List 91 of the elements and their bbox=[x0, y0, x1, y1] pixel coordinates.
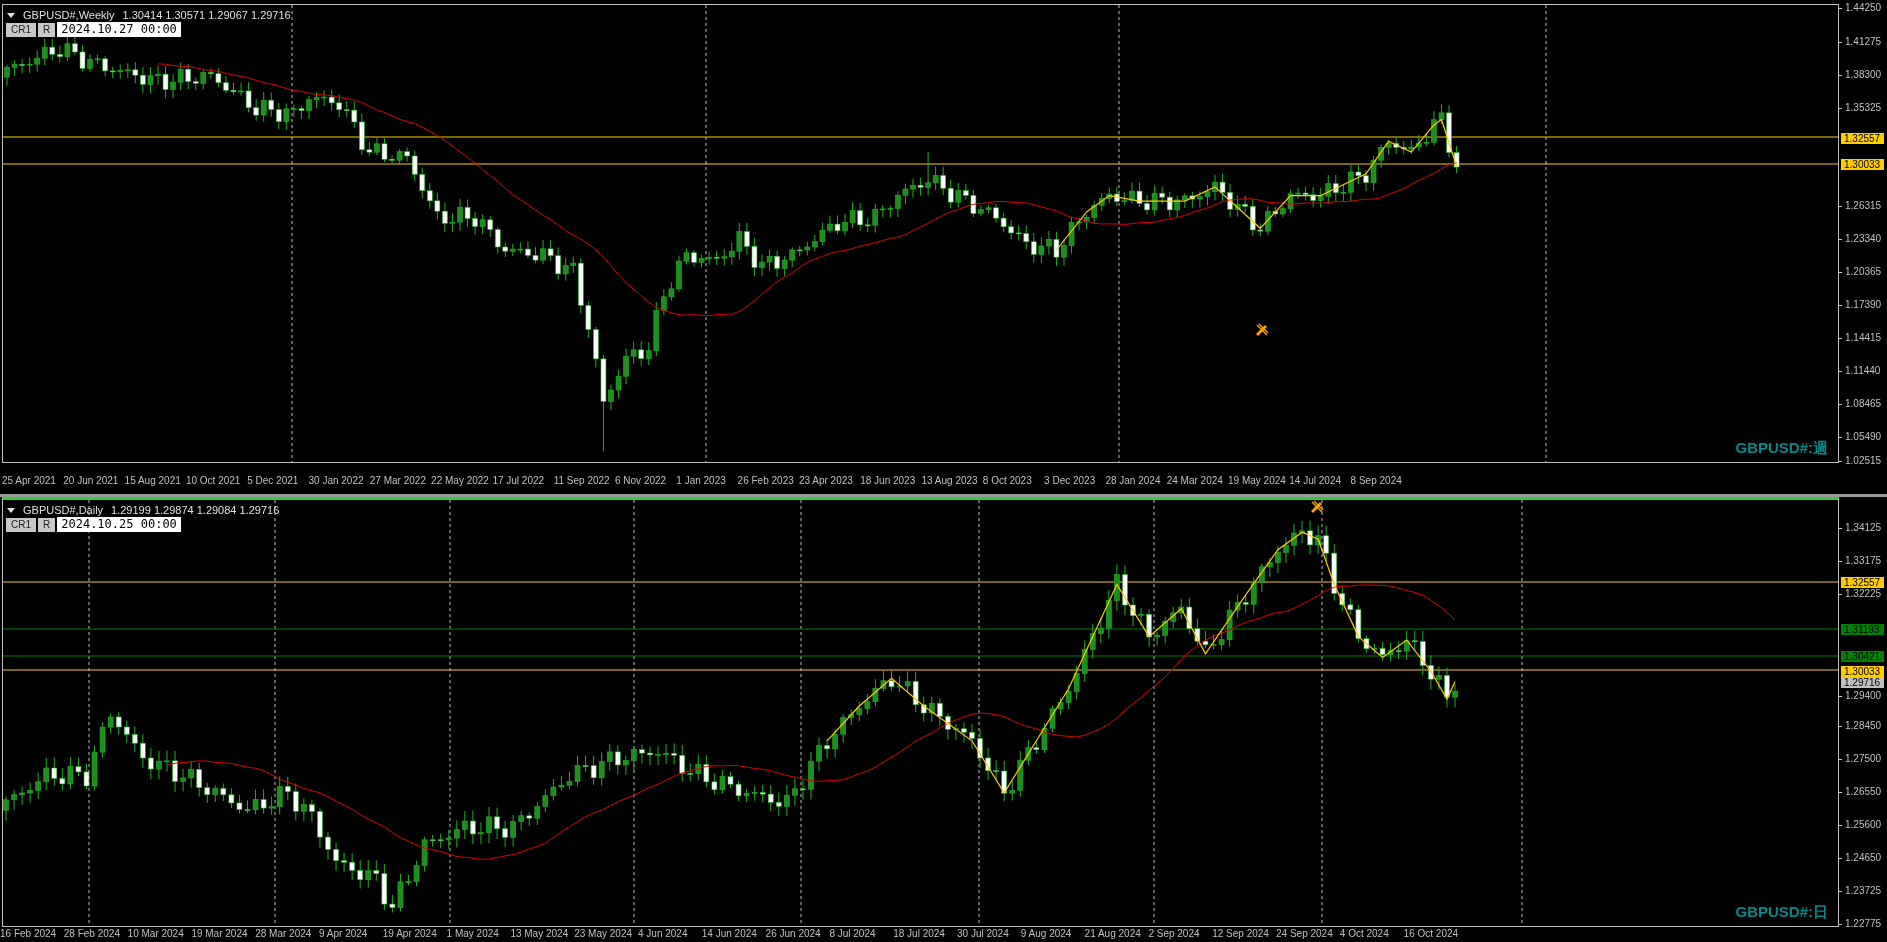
price-label: 1.35325 bbox=[1845, 102, 1882, 114]
symbol-watermark: GBPUSD#:日 bbox=[1735, 901, 1828, 922]
date-label: 18 Jun 2023 bbox=[860, 475, 916, 487]
date-label: 9 Aug 2024 bbox=[1020, 928, 1072, 940]
date-label: 28 Feb 2024 bbox=[63, 928, 120, 940]
price-tag: 1.29716 bbox=[1841, 677, 1884, 688]
date-label: 13 Aug 2023 bbox=[921, 475, 978, 487]
chart-title: GBPUSD#,Weekly bbox=[23, 8, 115, 23]
chart-button[interactable]: CR1 bbox=[6, 22, 36, 37]
date-label: 17 Jul 2022 bbox=[492, 475, 545, 487]
date-label: 19 Apr 2024 bbox=[382, 928, 437, 940]
date-label: 27 Mar 2022 bbox=[369, 475, 426, 487]
date-label: 21 Aug 2024 bbox=[1084, 928, 1141, 940]
price-label: 1.17390 bbox=[1845, 299, 1882, 311]
date-label: 26 Feb 2023 bbox=[737, 475, 794, 487]
chart-button[interactable]: CR1 bbox=[6, 517, 36, 532]
price-tag: 1.30033 bbox=[1841, 666, 1884, 677]
date-label: 1 May 2024 bbox=[446, 928, 499, 940]
date-label: 9 Apr 2024 bbox=[319, 928, 368, 940]
date-label: 19 May 2024 bbox=[1228, 475, 1286, 487]
ohlc-values: 1.30414 1.30571 1.29067 1.29716 bbox=[122, 8, 291, 23]
date-label: 15 Aug 2021 bbox=[124, 475, 181, 487]
price-label: 1.38300 bbox=[1845, 69, 1882, 81]
chart-button[interactable]: R bbox=[38, 517, 56, 532]
date-label: 20 Jun 2021 bbox=[63, 475, 119, 487]
date-label: 5 Dec 2021 bbox=[247, 475, 299, 487]
date-label: 16 Oct 2024 bbox=[1403, 928, 1459, 940]
price-label: 1.41275 bbox=[1845, 36, 1882, 48]
date-label: 12 Sep 2024 bbox=[1212, 928, 1269, 940]
date-time-field[interactable]: 2024.10.27 00:00 bbox=[57, 22, 181, 37]
price-label: 1.33175 bbox=[1845, 555, 1882, 567]
date-label: 24 Sep 2024 bbox=[1276, 928, 1333, 940]
price-tag: 1.30421 bbox=[1841, 651, 1884, 662]
date-label: 3 Dec 2023 bbox=[1044, 475, 1096, 487]
price-label: 1.26550 bbox=[1845, 786, 1882, 798]
date-label: 8 Jul 2024 bbox=[829, 928, 876, 940]
date-time-field[interactable]: 2024.10.25 00:00 bbox=[57, 517, 181, 532]
price-label: 1.05490 bbox=[1845, 431, 1882, 443]
date-label: 23 May 2024 bbox=[574, 928, 632, 940]
date-label: 28 Mar 2024 bbox=[255, 928, 312, 940]
price-label: 1.29400 bbox=[1845, 690, 1882, 702]
price-label: 1.34125 bbox=[1845, 522, 1882, 534]
date-label: 6 Nov 2022 bbox=[615, 475, 667, 487]
date-label: 1 Jan 2023 bbox=[676, 475, 726, 487]
date-label: 8 Oct 2023 bbox=[982, 475, 1032, 487]
price-label: 1.25600 bbox=[1845, 819, 1882, 831]
chart-button[interactable]: R bbox=[38, 22, 56, 37]
price-tag: 1.32557 bbox=[1841, 577, 1884, 588]
chart-panel[interactable]: GBPUSD#,Daily 1.29199 1.29874 1.29084 1.29716 CR1 R 2024.10.25 00:00 GBPUSD#:日 bbox=[2, 497, 1839, 927]
date-label: 11 Sep 2022 bbox=[553, 475, 610, 487]
date-label: 10 Oct 2021 bbox=[185, 475, 241, 487]
price-label: 1.14415 bbox=[1845, 332, 1882, 344]
date-label: 16 Feb 2024 bbox=[0, 928, 57, 940]
price-label: 1.44250 bbox=[1845, 2, 1882, 14]
date-label: 24 Mar 2024 bbox=[1166, 475, 1223, 487]
price-label: 1.20365 bbox=[1845, 266, 1882, 278]
price-label: 1.26315 bbox=[1845, 200, 1882, 212]
date-label: 14 Jul 2024 bbox=[1289, 475, 1341, 487]
chart-panel[interactable]: GBPUSD#,Weekly 1.30414 1.30571 1.29067 1.29716 CR1 R 2024.10.27 00:00 GBPUSD#:週 bbox=[2, 4, 1839, 463]
date-label: 2 Sep 2024 bbox=[1148, 928, 1200, 940]
price-label: 1.23725 bbox=[1845, 885, 1882, 897]
date-label: 22 May 2022 bbox=[431, 475, 489, 487]
price-label: 1.11440 bbox=[1845, 365, 1881, 377]
price-label: 1.22775 bbox=[1845, 918, 1882, 930]
price-label: 1.27500 bbox=[1845, 753, 1882, 765]
date-label: 4 Oct 2024 bbox=[1339, 928, 1389, 940]
price-label: 1.02515 bbox=[1845, 455, 1882, 467]
date-label: 13 May 2024 bbox=[510, 928, 569, 940]
price-label: 1.32225 bbox=[1845, 588, 1882, 600]
date-label: 30 Jul 2024 bbox=[957, 928, 1009, 940]
date-label: 4 Jun 2024 bbox=[638, 928, 688, 940]
date-label: 19 Mar 2024 bbox=[191, 928, 248, 940]
date-label: 18 Jul 2024 bbox=[893, 928, 945, 940]
price-tag: 1.30033 bbox=[1841, 159, 1884, 170]
price-label: 1.23340 bbox=[1845, 233, 1882, 245]
date-label: 26 Jun 2024 bbox=[765, 928, 821, 940]
price-tag: 1.31193 bbox=[1841, 624, 1884, 635]
date-label: 30 Jan 2022 bbox=[308, 475, 364, 487]
date-label: 28 Jan 2024 bbox=[1105, 475, 1161, 487]
date-label: 14 Jun 2024 bbox=[701, 928, 757, 940]
date-label: 8 Sep 2024 bbox=[1350, 475, 1402, 487]
price-label: 1.24650 bbox=[1845, 852, 1882, 864]
date-label: 23 Apr 2023 bbox=[798, 475, 853, 487]
price-tag: 1.32557 bbox=[1841, 133, 1884, 144]
chart-title: GBPUSD#,Daily bbox=[23, 503, 104, 518]
price-label: 1.28450 bbox=[1845, 720, 1882, 732]
price-label: 1.08465 bbox=[1845, 398, 1882, 410]
date-label: 25 Apr 2021 bbox=[2, 475, 56, 487]
date-label: 10 Mar 2024 bbox=[127, 928, 184, 940]
symbol-watermark: GBPUSD#:週 bbox=[1735, 437, 1828, 458]
ohlc-values: 1.29199 1.29874 1.29084 1.29716 bbox=[111, 503, 280, 518]
